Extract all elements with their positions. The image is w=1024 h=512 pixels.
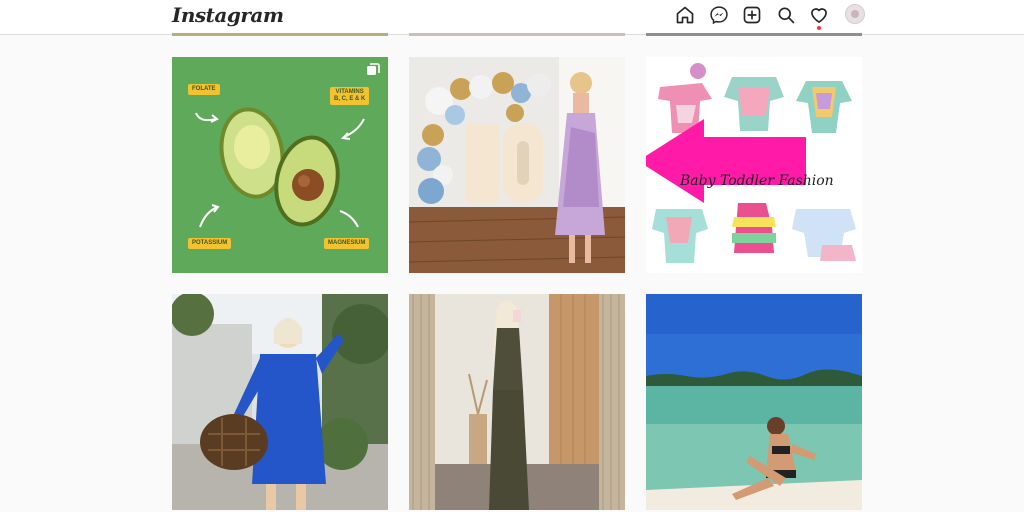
folate-label: FOLATE bbox=[188, 84, 220, 95]
magnesium-label: MAGNESIUM bbox=[324, 238, 370, 249]
birthday-50-balloons-post[interactable] bbox=[409, 57, 625, 273]
home-icon[interactable] bbox=[674, 4, 696, 26]
blue-dress-travel-bag-post[interactable] bbox=[172, 294, 388, 510]
olive-jumpsuit-mirror-selfie-post[interactable] bbox=[409, 294, 625, 510]
kids-swimwear-post[interactable]: Baby Toddler Fashion bbox=[646, 57, 862, 273]
carousel-icon bbox=[366, 63, 380, 77]
top-nav-bar: Instagram bbox=[0, 0, 1024, 35]
activity-heart-icon[interactable] bbox=[808, 4, 830, 26]
brand-script-text: Baby Toddler Fashion bbox=[680, 173, 834, 189]
previous-row-tile[interactable] bbox=[646, 33, 862, 36]
avocado-nutrients-post[interactable]: FOLATE VITAMINS B, C, E & K POTASSIUM MA… bbox=[172, 57, 388, 273]
search-icon[interactable] bbox=[775, 4, 797, 26]
beach-bikini-post[interactable] bbox=[646, 294, 862, 510]
vitamins-label-line1: VITAMINS bbox=[335, 89, 364, 95]
profile-avatar[interactable] bbox=[845, 4, 865, 24]
notification-dot bbox=[817, 26, 821, 30]
previous-row-tile[interactable] bbox=[409, 33, 625, 36]
vitamins-label: VITAMINS B, C, E & K bbox=[330, 87, 370, 105]
messenger-icon[interactable] bbox=[708, 4, 730, 26]
vitamins-label-line2: B, C, E & K bbox=[334, 96, 366, 102]
new-post-icon[interactable] bbox=[741, 4, 763, 26]
potassium-label: POTASSIUM bbox=[188, 238, 232, 249]
previous-row-tile[interactable] bbox=[172, 33, 388, 36]
instagram-logo[interactable]: Instagram bbox=[172, 3, 284, 27]
